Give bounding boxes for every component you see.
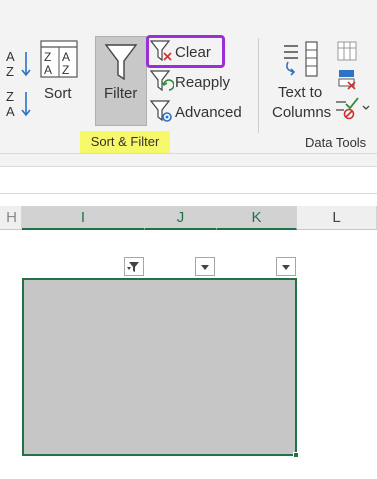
svg-text:Z: Z [62,63,69,77]
reapply-icon [150,70,174,92]
sort-descending-icon: Z A [6,89,31,119]
sort-a-to-z-button[interactable]: A Z [6,48,32,79]
formula-bar[interactable] [0,166,377,194]
flash-fill-icon [337,41,357,61]
text-to-columns-icon [284,41,318,77]
column-header-label: H [6,209,17,226]
sort-z-to-a-button[interactable]: Z A [6,88,32,119]
ribbon-group-separator [258,38,259,133]
data-tools-group-label: Data Tools [305,135,367,150]
filter-funnel-icon [104,44,138,81]
chevron-down-icon [282,265,290,270]
flash-fill-button[interactable] [336,40,358,62]
svg-text:Z: Z [6,64,14,78]
advanced-filter-icon [150,100,172,122]
data-validation-button[interactable] [334,96,370,122]
column-header-label: J [176,209,185,226]
clear-highlight-box [146,35,225,68]
data-validation-icon [336,97,370,120]
filter-applied-icon [127,262,139,272]
filter-label: Filter [104,85,138,102]
column-header-i[interactable]: I [22,206,145,230]
column-header-j[interactable]: J [145,206,217,230]
sort-ascending-icon: A Z [6,49,31,79]
header-spacer [0,194,377,206]
column-header-k[interactable]: K [217,206,297,230]
sort-filter-group-label: Sort & Filter [80,131,170,153]
ribbon-gap [0,154,377,166]
advanced-label: Advanced [175,104,242,121]
remove-duplicates-icon [338,70,356,90]
filter-dropdown-active[interactable] [124,257,144,276]
text-to-columns-line2: Columns [272,104,332,121]
advanced-filter-button[interactable]: Advanced [150,100,245,126]
reapply-button[interactable]: Reapply [150,70,240,96]
svg-text:A: A [62,50,70,64]
filter-dropdown-button[interactable] [276,257,296,276]
column-header-l[interactable]: L [297,206,377,230]
svg-text:A: A [6,104,15,118]
column-header-h[interactable]: H [0,206,22,230]
filter-dropdown-button[interactable] [195,257,215,276]
reapply-label: Reapply [175,74,231,91]
column-header-label: L [332,209,341,226]
remove-duplicates-button[interactable] [336,68,358,92]
chevron-down-icon [201,265,209,270]
sort-label: Sort [44,85,72,102]
svg-text:A: A [6,49,15,64]
column-header-label: I [80,209,86,226]
svg-text:A: A [44,63,52,77]
column-header-label: K [251,209,262,226]
text-to-columns-line1: Text to [278,84,323,101]
sort-button[interactable]: Z A A Z Sort [38,40,80,106]
text-to-columns-button[interactable]: Text to Columns [268,40,334,122]
filter-button[interactable]: Filter [95,36,147,126]
svg-text:Z: Z [44,50,51,64]
selected-range[interactable] [22,278,297,456]
fill-handle[interactable] [293,452,299,458]
sort-icon: Z A A Z [40,40,78,78]
svg-text:Z: Z [6,89,14,104]
ribbon: A Z Z A Z A A Z Sort Filter Clear Reappl… [0,0,377,154]
